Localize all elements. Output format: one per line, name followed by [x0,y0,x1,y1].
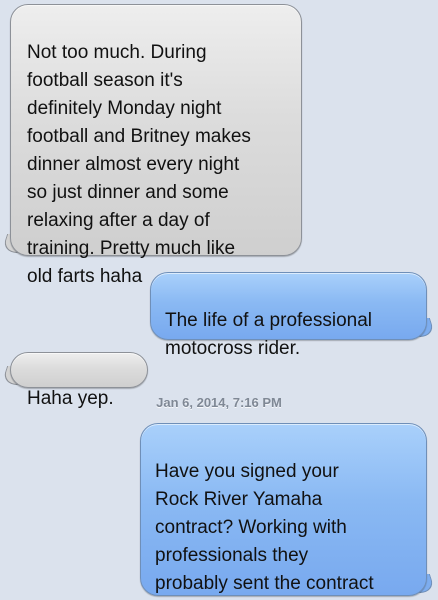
outgoing-message-bubble[interactable]: The life of a professional motocross rid… [150,272,427,359]
incoming-message-bubble[interactable]: Haha yep. [10,352,148,409]
message-thread[interactable]: Not too much. During football season it'… [0,0,438,600]
message-text: The life of a professional motocross rid… [165,310,373,359]
outgoing-message-bubble[interactable]: Have you signed your Rock River Yamaha c… [140,423,427,596]
incoming-message-bubble[interactable]: Not too much. During football season it'… [10,4,302,287]
message-timestamp: Jan 6, 2014, 7:16 PM [156,395,282,410]
message-text: Have you signed your Rock River Yamaha c… [155,461,374,594]
message-text: Not too much. During football season it'… [27,42,251,287]
